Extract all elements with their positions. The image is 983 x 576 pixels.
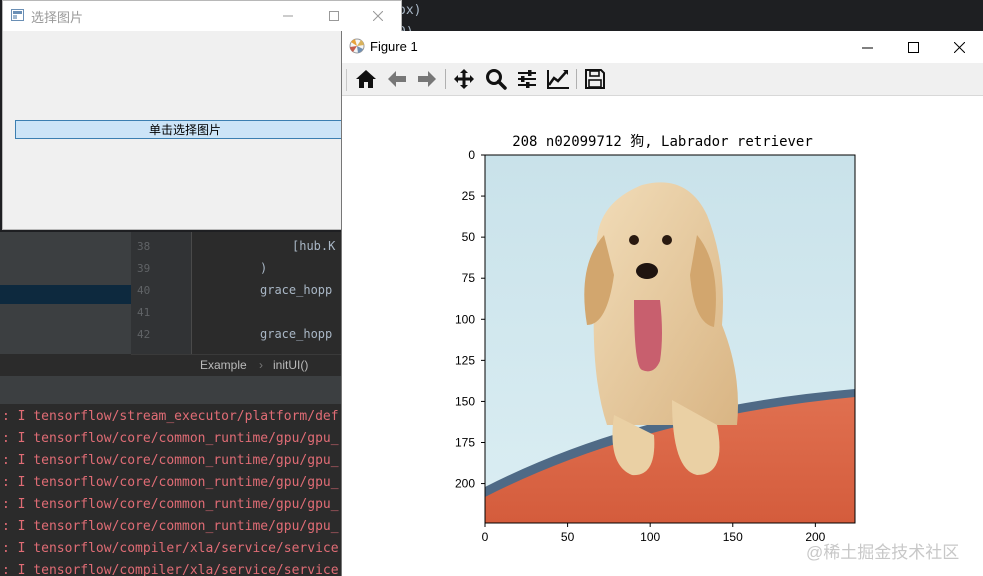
zoom-button[interactable]: [483, 66, 509, 92]
chooser-close-button[interactable]: [355, 1, 401, 31]
figure-close-button[interactable]: [936, 32, 982, 62]
ide-code-area[interactable]: [hub.K ) grace_hopp grace_hopp: [192, 232, 342, 354]
home-button[interactable]: [353, 66, 379, 92]
close-icon: [373, 11, 383, 21]
save-icon: [585, 69, 605, 89]
line-number: 40: [137, 284, 151, 297]
toolbar-separator: [445, 69, 446, 89]
code-line: ): [260, 261, 268, 275]
line-number: 41: [137, 306, 151, 319]
y-tick-label: 0: [468, 148, 475, 162]
dog-image: [485, 155, 855, 523]
code-line: grace_hopp: [260, 327, 333, 341]
pan-button[interactable]: [451, 66, 477, 92]
x-tick-label: 0: [482, 530, 489, 544]
x-tick-label: 100: [640, 530, 660, 544]
ide-project-selected-row[interactable]: [0, 285, 131, 304]
configure-subplots-icon: [518, 70, 536, 88]
breadcrumb-item-class[interactable]: Example: [200, 358, 247, 372]
console-line: : I tensorflow/compiler/xla/service/serv…: [2, 563, 339, 576]
console-header: [0, 376, 342, 405]
figure-minimize-button[interactable]: [844, 32, 890, 62]
breadcrumb-separator: ›: [259, 358, 263, 372]
figure-maximize-button[interactable]: [890, 32, 936, 62]
chooser-titlebar[interactable]: 选择图片: [3, 1, 401, 31]
chooser-minimize-button[interactable]: [265, 1, 311, 31]
ide-line-gutter: 38 39 40 41 42: [131, 232, 191, 354]
configure-subplots-button[interactable]: [514, 66, 540, 92]
breadcrumb-item-method[interactable]: initUI(): [273, 358, 308, 372]
console-line: : I tensorflow/core/common_runtime/gpu/g…: [2, 475, 339, 490]
close-icon: [953, 41, 965, 53]
console-line: : I tensorflow/core/common_runtime/gpu/g…: [2, 497, 339, 512]
console-line: : I tensorflow/core/common_runtime/gpu/g…: [2, 453, 339, 468]
y-tick-label: 75: [462, 271, 476, 285]
line-number: 38: [137, 240, 151, 253]
home-icon: [356, 70, 376, 88]
figure-title: Figure 1: [370, 39, 418, 54]
chooser-maximize-button[interactable]: [311, 1, 357, 31]
console-line: : I tensorflow/compiler/xla/service/serv…: [2, 541, 339, 556]
y-tick-label: 100: [455, 312, 475, 326]
edit-axis-button[interactable]: [545, 66, 571, 92]
forward-button[interactable]: [414, 66, 440, 92]
toolbar-separator: [576, 69, 577, 89]
forward-arrow-icon: [418, 71, 436, 87]
y-tick-label: 125: [455, 353, 475, 367]
y-tick-label: 50: [462, 230, 476, 244]
console-line: : I tensorflow/core/common_runtime/gpu/g…: [2, 519, 339, 534]
pan-icon: [454, 69, 474, 89]
figure-toolbar: [342, 63, 983, 96]
x-axis: 0 50 100 150 200: [482, 523, 826, 544]
edit-axis-icon: [547, 70, 569, 89]
select-image-button[interactable]: 单击选择图片: [15, 120, 355, 139]
minimize-icon: [861, 47, 873, 48]
save-button[interactable]: [582, 66, 608, 92]
line-number: 39: [137, 262, 151, 275]
matplotlib-icon: [349, 38, 365, 54]
y-axis: 0 25 50 75 100 125 150 175 200: [455, 148, 485, 491]
y-tick-label: 25: [462, 189, 476, 203]
figure-titlebar[interactable]: Figure 1: [342, 31, 983, 63]
y-tick-label: 175: [455, 436, 475, 450]
code-line: [hub.K: [292, 239, 336, 253]
figure-window: Figure 1 208 n02099712 狗, Labrador retri…: [341, 31, 983, 576]
line-number: 42: [137, 328, 151, 341]
console-line: : I tensorflow/core/common_runtime/gpu/g…: [2, 431, 339, 446]
maximize-icon: [907, 41, 919, 53]
plot-canvas: 0 50 100 150 200 0 25 50 75 100 125 150 175 200: [455, 148, 856, 544]
back-arrow-icon: [388, 71, 406, 87]
y-tick-label: 200: [455, 477, 475, 491]
back-button[interactable]: [384, 66, 410, 92]
run-console: : I tensorflow/stream_executor/platform/…: [0, 405, 342, 576]
minimize-icon: [283, 15, 293, 17]
y-tick-label: 150: [455, 394, 475, 408]
x-tick-label: 150: [723, 530, 743, 544]
toolbar-grip: [346, 69, 347, 91]
x-tick-label: 50: [561, 530, 575, 544]
code-line: grace_hopp: [260, 283, 333, 297]
window-app-icon: [11, 9, 24, 21]
watermark: @稀土掘金技术社区: [806, 543, 960, 562]
breadcrumb: Example › initUI(): [131, 354, 342, 377]
zoom-icon: [486, 69, 507, 90]
console-line: : I tensorflow/stream_executor/platform/…: [2, 409, 339, 424]
chooser-title: 选择图片: [31, 10, 84, 25]
maximize-icon: [329, 11, 339, 21]
